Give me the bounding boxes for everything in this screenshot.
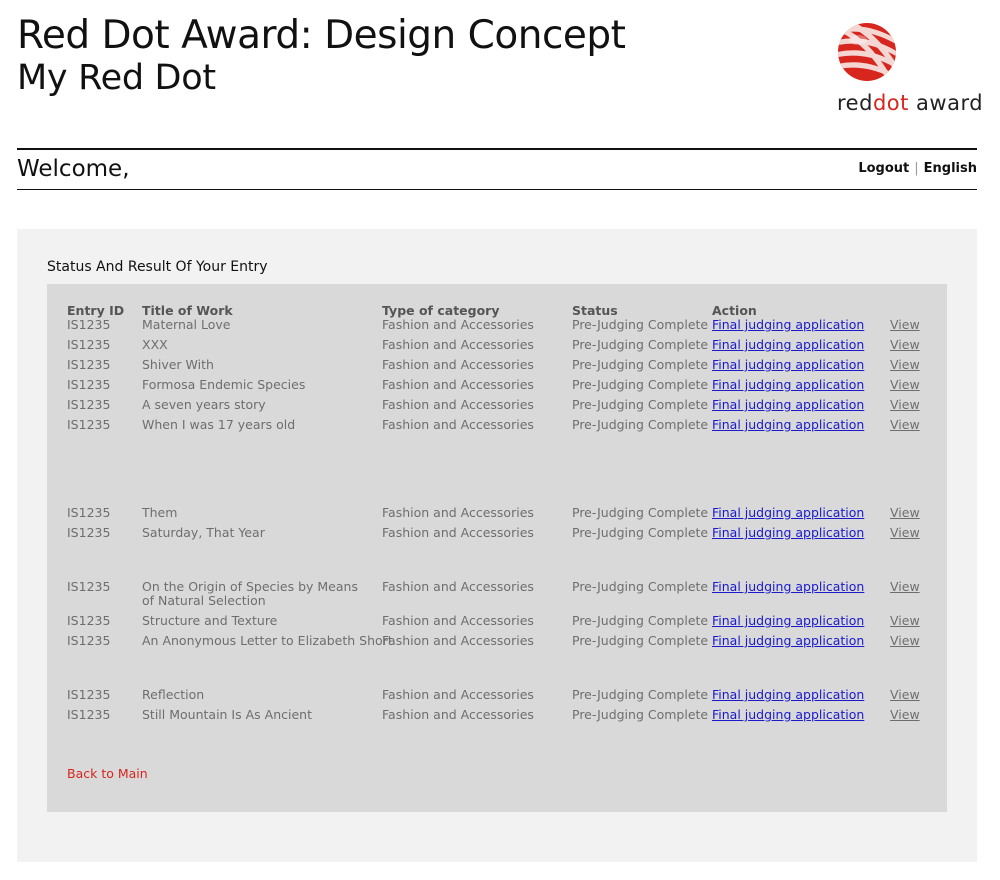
work-title: Maternal Love <box>142 317 231 332</box>
category-type: Fashion and Accessories <box>382 525 534 540</box>
entry-id: IS1235 <box>67 337 111 352</box>
entry-status: Pre-Judging Complete <box>572 317 709 332</box>
final-judging-link[interactable]: Final judging application <box>712 418 864 432</box>
header-divider-top <box>17 148 977 150</box>
work-title: Reflection <box>142 687 205 702</box>
work-title: Structure and Texture <box>142 613 278 628</box>
entry-id: IS1235 <box>67 417 111 432</box>
entry-id: IS1235 <box>67 357 111 372</box>
view-link[interactable]: View <box>890 506 920 520</box>
entry-status: Pre-Judging Complete <box>572 357 709 372</box>
entry-status: Pre-Judging Complete <box>572 377 709 392</box>
link-separator: | <box>914 161 919 176</box>
entry-id: IS1235 <box>67 377 111 392</box>
section-title: Status And Result Of Your Entry <box>47 259 268 275</box>
work-title: When I was 17 years old <box>142 417 296 432</box>
category-type: Fashion and Accessories <box>382 613 534 628</box>
final-judging-link[interactable]: Final judging application <box>712 708 864 722</box>
page-subtitle: My Red Dot <box>17 58 216 98</box>
category-type: Fashion and Accessories <box>382 417 534 432</box>
entry-status: Pre-Judging Complete <box>572 687 709 702</box>
entry-status: Pre-Judging Complete <box>572 417 709 432</box>
entry-id: IS1235 <box>67 687 111 702</box>
logo-wordmark: reddot award <box>837 91 984 115</box>
work-title: Them <box>142 505 178 520</box>
view-link[interactable]: View <box>890 378 920 392</box>
user-links: Logout | English <box>858 161 977 177</box>
final-judging-link[interactable]: Final judging application <box>712 358 864 372</box>
welcome-text: Welcome, <box>17 156 130 182</box>
work-title: An Anonymous Letter to Elizabeth Short <box>142 633 393 648</box>
entry-status: Pre-Judging Complete <box>572 505 709 520</box>
view-link[interactable]: View <box>890 318 920 332</box>
view-link[interactable]: View <box>890 708 920 722</box>
column-header-action: Action <box>712 303 757 318</box>
entry-id: IS1235 <box>67 505 111 520</box>
work-title: XXX <box>142 337 168 352</box>
entry-status: Pre-Judging Complete <box>572 337 709 352</box>
entry-id: IS1235 <box>67 525 111 540</box>
final-judging-link[interactable]: Final judging application <box>712 580 864 594</box>
final-judging-link[interactable]: Final judging application <box>712 338 864 352</box>
back-to-main-link[interactable]: Back to Main <box>67 767 148 781</box>
column-header-category: Type of category <box>382 303 500 318</box>
entry-id: IS1235 <box>67 633 111 648</box>
category-type: Fashion and Accessories <box>382 397 534 412</box>
final-judging-link[interactable]: Final judging application <box>712 526 864 540</box>
category-type: Fashion and Accessories <box>382 633 534 648</box>
column-header-status: Status <box>572 303 618 318</box>
entry-id: IS1235 <box>67 707 111 722</box>
entry-status: Pre-Judging Complete <box>572 525 709 540</box>
view-link[interactable]: View <box>890 418 920 432</box>
work-title: Formosa Endemic Species <box>142 377 306 392</box>
category-type: Fashion and Accessories <box>382 687 534 702</box>
view-link[interactable]: View <box>890 358 920 372</box>
category-type: Fashion and Accessories <box>382 505 534 520</box>
entry-status: Pre-Judging Complete <box>572 613 709 628</box>
entry-status: Pre-Judging Complete <box>572 397 709 412</box>
view-link[interactable]: View <box>890 526 920 540</box>
language-link[interactable]: English <box>924 161 977 176</box>
entry-status: Pre-Judging Complete <box>572 579 709 594</box>
work-title: Shiver With <box>142 357 214 372</box>
entry-status: Pre-Judging Complete <box>572 707 709 722</box>
category-type: Fashion and Accessories <box>382 337 534 352</box>
category-type: Fashion and Accessories <box>382 357 534 372</box>
entry-status: Pre-Judging Complete <box>572 633 709 648</box>
header-divider-bottom <box>17 189 977 190</box>
category-type: Fashion and Accessories <box>382 707 534 722</box>
column-header-entry-id: Entry ID <box>67 303 125 318</box>
view-link[interactable]: View <box>890 614 920 628</box>
work-title: Saturday, That Year <box>142 525 265 540</box>
view-link[interactable]: View <box>890 338 920 352</box>
entry-id: IS1235 <box>67 397 111 412</box>
final-judging-link[interactable]: Final judging application <box>712 378 864 392</box>
final-judging-link[interactable]: Final judging application <box>712 398 864 412</box>
final-judging-link[interactable]: Final judging application <box>712 318 864 332</box>
view-link[interactable]: View <box>890 398 920 412</box>
category-type: Fashion and Accessories <box>382 377 534 392</box>
final-judging-link[interactable]: Final judging application <box>712 688 864 702</box>
category-type: Fashion and Accessories <box>382 317 534 332</box>
entry-id: IS1235 <box>67 613 111 628</box>
final-judging-link[interactable]: Final judging application <box>712 506 864 520</box>
view-link[interactable]: View <box>890 688 920 702</box>
column-header-title: Title of Work <box>142 303 233 318</box>
logout-link[interactable]: Logout <box>858 161 909 176</box>
final-judging-link[interactable]: Final judging application <box>712 634 864 648</box>
entry-id: IS1235 <box>67 579 111 594</box>
category-type: Fashion and Accessories <box>382 579 534 594</box>
work-title: On the Origin of Species by Means of Nat… <box>142 579 358 608</box>
work-title: Still Mountain Is As Ancient <box>142 707 312 722</box>
view-link[interactable]: View <box>890 634 920 648</box>
work-title: A seven years story <box>142 397 266 412</box>
entry-id: IS1235 <box>67 317 111 332</box>
view-link[interactable]: View <box>890 580 920 594</box>
page-title: Red Dot Award: Design Concept <box>17 13 626 58</box>
final-judging-link[interactable]: Final judging application <box>712 614 864 628</box>
